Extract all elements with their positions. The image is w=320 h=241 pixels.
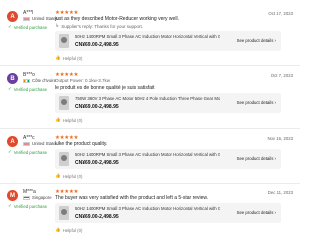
product-name: 50Hz 1400RPM Small 3 Phase AC Induction … [75, 34, 220, 39]
country-label: United States [32, 16, 58, 21]
thumbs-up-icon: 👍 [55, 173, 61, 178]
product-thumbnail [59, 96, 69, 110]
helpful-count: Helpful (0) [62, 227, 83, 233]
check-icon: ✓ [8, 24, 12, 29]
us-flag-icon [23, 16, 30, 21]
review-text: The buyer was very satisfied with the pr… [55, 195, 209, 201]
product-price: CN¥69.00-2,498.95 [75, 214, 119, 220]
verified-label: Verified purchase [13, 203, 47, 209]
product-thumbnail [59, 34, 69, 48]
product-card[interactable]: 50Hz 1400RPM Small 3 Phase AC Induction … [55, 149, 281, 169]
thumbs-up-icon: 👍 [55, 117, 61, 122]
product-name: 50Hz 1400RPM Small 3 Phase AC Induction … [75, 206, 220, 211]
see-product-details-link[interactable]: See product details › [237, 38, 276, 43]
helpful-button[interactable]: 👍 Helpful (0) [55, 117, 82, 123]
divider [0, 128, 300, 129]
review-text: le produit es de bonne qualité je suis s… [55, 85, 155, 91]
verified-purchase-badge: ✓ Verified purchase [8, 203, 47, 209]
ci-flag-icon [23, 78, 30, 83]
reviewer-country: Singapore [23, 195, 52, 200]
product-card[interactable]: 750W 380V 3 Phase AC Motor 50Hz 4 Pole I… [55, 93, 281, 113]
sg-flag-icon [23, 195, 30, 200]
reviewer-country: United States [23, 141, 58, 146]
helpful-button[interactable]: 👍 Helpful (0) [55, 55, 82, 61]
product-name: 750W 380V 3 Phase AC Motor 50Hz 4 Pole I… [75, 96, 220, 101]
see-product-details-link[interactable]: See product details › [237, 156, 276, 161]
review-date: Oct 17, 2023 [268, 11, 293, 16]
reply-icon: ↳ [55, 23, 60, 29]
verified-purchase-badge: ✓ Verified purchase [8, 149, 47, 155]
product-name: 50Hz 1400RPM Small 3 Phase AC Induction … [75, 152, 220, 157]
helpful-count: Helpful (0) [62, 173, 83, 179]
country-label: Côte d'Ivoire [32, 78, 56, 83]
avatar: M [7, 190, 18, 201]
see-product-details-link[interactable]: See product details › [237, 100, 276, 105]
thumbs-up-icon: 👍 [55, 227, 61, 232]
check-icon: ✓ [8, 86, 12, 91]
review-date: Oct 7, 2023 [270, 73, 293, 78]
review-text: Like the product quality. [55, 141, 108, 147]
verified-label: Verified purchase [13, 24, 47, 30]
see-product-details-link[interactable]: See product details › [237, 210, 276, 215]
verified-purchase-badge: ✓ Verified purchase [8, 86, 47, 92]
country-label: Singapore [32, 195, 52, 200]
product-card[interactable]: 50Hz 1400RPM Small 3 Phase AC Induction … [55, 203, 281, 223]
product-price: CN¥69.00-2,498.95 [75, 42, 119, 48]
helpful-button[interactable]: 👍 Helpful (0) [55, 173, 82, 179]
verified-purchase-badge: ✓ Verified purchase [8, 24, 47, 30]
verified-label: Verified purchase [13, 86, 47, 92]
verified-label: Verified purchase [13, 149, 47, 155]
product-price: CN¥69.00-2,498.95 [75, 104, 119, 110]
avatar: A [7, 136, 18, 147]
reply-text: Supplier's reply: Thanks for your suppor… [61, 23, 144, 29]
product-price: CN¥69.00-2,498.95 [75, 160, 119, 166]
country-label: United States [32, 141, 58, 146]
helpful-button[interactable]: 👍 Helpful (0) [55, 227, 82, 233]
reviewer-country: United States [23, 16, 58, 21]
review-text: just as they described Motor-Reducer wor… [55, 16, 179, 22]
product-thumbnail [59, 206, 69, 220]
avatar: B [7, 73, 18, 84]
review-date: Nov 16, 2023 [267, 136, 293, 141]
check-icon: ✓ [8, 149, 12, 154]
reviewer-country: Côte d'Ivoire [23, 78, 56, 83]
review-attribute: Output Power: 0.1kw-3.7kw [55, 78, 111, 83]
divider [0, 183, 300, 184]
divider [0, 65, 300, 66]
supplier-reply: ↳ Supplier's reply: Thanks for your supp… [55, 23, 143, 29]
helpful-count: Helpful (0) [62, 117, 83, 123]
product-card[interactable]: 50Hz 1400RPM Small 3 Phase AC Induction … [55, 31, 281, 51]
thumbs-up-icon: 👍 [55, 55, 61, 60]
helpful-count: Helpful (0) [62, 55, 83, 61]
product-thumbnail [59, 152, 69, 166]
avatar: A [7, 11, 18, 22]
check-icon: ✓ [8, 203, 12, 208]
us-flag-icon [23, 141, 30, 146]
review-date: Dec 11, 2023 [267, 190, 293, 195]
